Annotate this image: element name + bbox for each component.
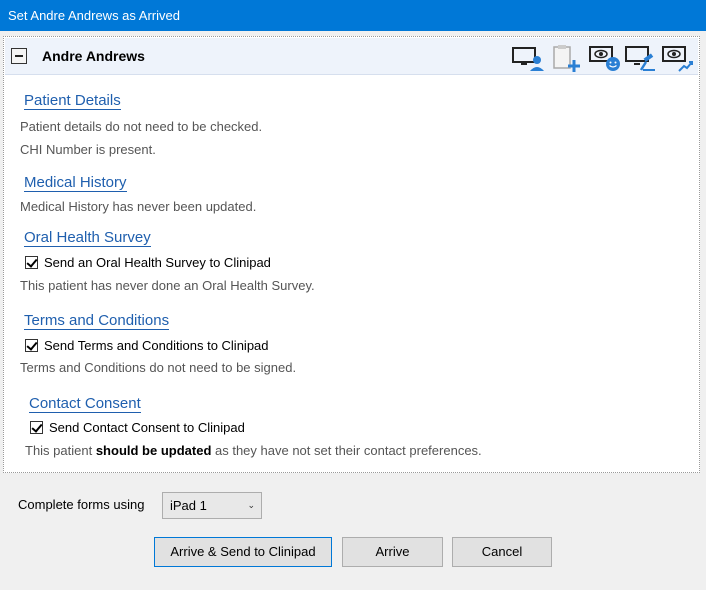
collapse-button[interactable] bbox=[11, 48, 27, 64]
arrive-send-button[interactable]: Arrive & Send to Clinipad bbox=[154, 537, 332, 567]
arrive-button[interactable]: Arrive bbox=[342, 537, 443, 567]
contact-status-emphasis: should be updated bbox=[95, 443, 212, 458]
window-title: Set Andre Andrews as Arrived bbox=[8, 8, 180, 23]
screen-gavel-icon[interactable] bbox=[624, 44, 658, 72]
oral-health-checkbox[interactable] bbox=[25, 256, 38, 269]
add-clipboard-icon[interactable] bbox=[550, 44, 584, 72]
patient-details-status: Patient details do not need to be checke… bbox=[20, 119, 263, 134]
patient-name: Andre Andrews bbox=[42, 48, 145, 64]
cancel-button[interactable]: Cancel bbox=[452, 537, 552, 567]
terms-checkbox-label: Send Terms and Conditions to Clinipad bbox=[44, 338, 269, 353]
contact-status-suffix: as they have not set their contact prefe… bbox=[211, 443, 482, 458]
medical-history-link[interactable]: Medical History bbox=[24, 174, 127, 192]
oral-health-status: This patient has never done an Oral Heal… bbox=[20, 278, 315, 293]
patient-header: Andre Andrews bbox=[5, 38, 698, 75]
medical-history-status: Medical History has never been updated. bbox=[20, 199, 257, 214]
device-select[interactable]: iPad 1 ⌄ bbox=[162, 492, 262, 519]
terms-checkbox-row[interactable]: Send Terms and Conditions to Clinipad bbox=[25, 338, 269, 353]
contact-checkbox[interactable] bbox=[30, 421, 43, 434]
contact-status-prefix: This patient bbox=[25, 443, 96, 458]
oral-health-checkbox-row[interactable]: Send an Oral Health Survey to Clinipad bbox=[25, 255, 271, 270]
terms-status: Terms and Conditions do not need to be s… bbox=[20, 360, 297, 375]
device-select-value: iPad 1 bbox=[170, 498, 207, 513]
patient-details-link[interactable]: Patient Details bbox=[24, 92, 121, 110]
view-face-icon[interactable] bbox=[588, 44, 622, 72]
oral-health-checkbox-label: Send an Oral Health Survey to Clinipad bbox=[44, 255, 271, 270]
chevron-down-icon: ⌄ bbox=[247, 500, 255, 510]
chi-number-status: CHI Number is present. bbox=[20, 142, 156, 157]
contact-checkbox-label: Send Contact Consent to Clinipad bbox=[49, 420, 245, 435]
oral-health-survey-link[interactable]: Oral Health Survey bbox=[24, 229, 151, 247]
terms-conditions-link[interactable]: Terms and Conditions bbox=[24, 312, 170, 330]
view-chart-icon[interactable] bbox=[661, 44, 695, 72]
contact-checkbox-row[interactable]: Send Contact Consent to Clinipad bbox=[30, 420, 245, 435]
complete-forms-label: Complete forms using bbox=[18, 497, 145, 512]
contact-status: This patient should be updated as they h… bbox=[25, 443, 482, 458]
patient-screen-icon[interactable] bbox=[511, 44, 545, 72]
window-titlebar: Set Andre Andrews as Arrived bbox=[0, 0, 706, 31]
terms-checkbox[interactable] bbox=[25, 339, 38, 352]
contact-consent-link[interactable]: Contact Consent bbox=[29, 395, 141, 413]
